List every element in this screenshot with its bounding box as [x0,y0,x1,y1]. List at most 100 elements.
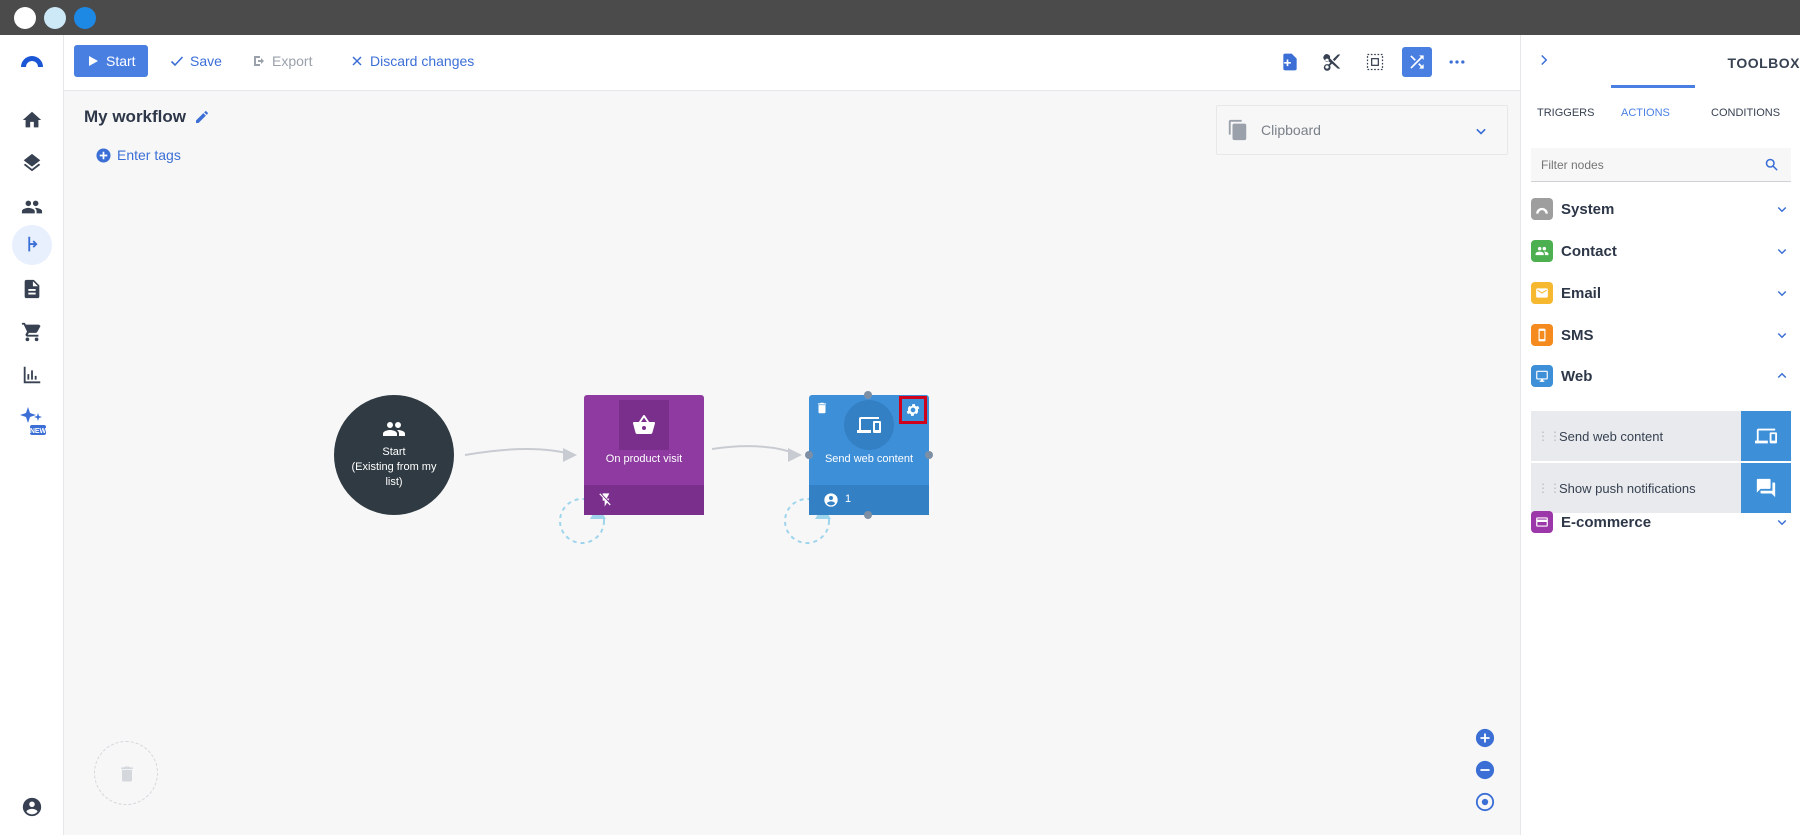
connector-handle-top[interactable] [864,391,872,399]
more-options-icon[interactable] [1442,47,1472,77]
category-ecommerce-label: E-commerce [1561,513,1652,531]
send-web-icon-circle [844,400,894,450]
close-icon [352,56,362,66]
chevron-down-icon [1777,332,1787,339]
chevron-down-icon[interactable] [1471,121,1491,141]
send-web-content-node[interactable]: Send web content 1 [805,391,933,519]
account-icon[interactable] [18,793,46,821]
shuffle-icon[interactable] [1402,47,1432,77]
filter-nodes-input[interactable] [1531,148,1751,182]
chevron-down-icon [1777,519,1787,526]
category-sms-label: SMS [1561,326,1594,344]
show-push-notifications-label: Show push notifications [1559,480,1696,496]
recenter-icon[interactable] [1474,791,1496,813]
category-contact[interactable]: Contact [1531,231,1791,271]
export-button[interactable]: Export [252,45,312,77]
clipboard-icon [1228,119,1247,141]
workflow-icon[interactable] [18,231,46,259]
chevron-up-icon [1777,372,1787,379]
connector-handle-left[interactable] [805,451,813,459]
toolbox-item-send-web-content[interactable]: ⋮⋮ Send web content [1531,411,1791,461]
node-settings-button[interactable] [899,396,927,424]
tab-actions[interactable]: ACTIONS [1621,107,1670,119]
ai-sparkle-icon[interactable]: NEW [18,403,46,443]
app-logo[interactable] [18,47,46,75]
send-web-count: 1 [845,493,852,505]
search-icon[interactable] [1764,157,1779,172]
window-close-button[interactable] [14,7,36,29]
category-contact-label: Contact [1561,242,1617,260]
delete-icon[interactable] [815,401,829,415]
play-icon [89,56,98,66]
cart-icon[interactable] [18,318,46,346]
enter-tags-button[interactable]: Enter tags [96,147,181,163]
web-icon [1531,365,1553,387]
window-titlebar [0,0,1800,35]
clipboard-label: Clipboard [1261,122,1321,138]
contacts-icon[interactable] [18,193,46,221]
basket-icon [632,415,656,435]
document-icon[interactable] [18,275,46,303]
toolbox-tabs: TRIGGERS ACTIONS CONDITIONS [1521,107,1800,131]
send-web-content-label: Send web content [1559,428,1664,444]
category-sms[interactable]: SMS [1531,315,1791,355]
workflow-canvas[interactable]: My workflow Enter tags Clipboard Start (… [64,91,1520,835]
chevron-down-icon [1777,290,1787,297]
contact-icon [1531,240,1553,262]
category-system-label: System [1561,200,1615,218]
sms-icon [1531,324,1553,346]
start-button[interactable]: Start [74,45,148,77]
system-icon [1531,198,1553,220]
category-system[interactable]: System [1531,189,1791,229]
zoom-in-icon[interactable] [1474,727,1496,749]
pencil-icon[interactable] [194,109,210,125]
tags-label: Enter tags [117,147,181,163]
add-node-icon[interactable] [1275,47,1305,77]
chevron-down-icon [1777,206,1787,213]
scissors-icon[interactable] [1317,47,1347,77]
devices-icon [1741,411,1791,461]
connector-handle-right[interactable] [925,451,933,459]
start-node[interactable]: Start (Existing from my list) [334,395,454,515]
export-label: Export [272,53,313,69]
category-email-label: Email [1561,284,1602,302]
save-label: Save [190,53,222,69]
start-node-title: Start [382,446,406,458]
start-node-text: Start (Existing from my list) [342,445,446,490]
drag-handle-icon[interactable]: ⋮⋮ [1537,481,1561,495]
export-icon [254,56,264,66]
category-email[interactable]: Email [1531,273,1791,313]
tab-triggers[interactable]: TRIGGERS [1537,107,1594,119]
select-area-icon[interactable] [1360,47,1390,77]
analytics-icon[interactable] [18,361,46,389]
workflow-title-text: My workflow [84,107,187,126]
product-visit-label: On product visit [605,453,683,465]
trash-drop-zone[interactable] [94,741,158,805]
tab-conditions[interactable]: CONDITIONS [1711,107,1780,119]
category-ecommerce[interactable]: E-commerce [1531,502,1791,542]
toolbox-title: TOOLBOX [1727,55,1800,71]
devices-icon [857,417,881,433]
left-navigation: NEW [0,35,64,835]
active-tab-indicator [1611,85,1695,88]
group-icon [383,422,405,436]
chevron-right-icon[interactable] [1535,51,1553,69]
window-maximize-button[interactable] [74,7,96,29]
clipboard-panel[interactable]: Clipboard [1216,105,1508,155]
save-button[interactable]: Save [170,45,222,77]
connector-handle-bottom[interactable] [864,511,872,519]
workflow-title: My workflow [84,107,210,127]
connectors [464,445,831,544]
product-visit-node[interactable]: On product visit [584,395,704,515]
zoom-out-icon[interactable] [1474,759,1496,781]
layers-icon[interactable] [18,149,46,177]
gear-icon [906,404,920,416]
window-minimize-button[interactable] [44,7,66,29]
start-node-subtitle: (Existing from my list) [351,461,437,488]
discard-changes-button[interactable]: Discard changes [350,45,474,77]
filter-nodes-field[interactable] [1531,148,1791,182]
flash-off-icon [599,493,611,507]
category-web[interactable]: Web [1531,356,1791,396]
home-icon[interactable] [18,106,46,134]
drag-handle-icon[interactable]: ⋮⋮ [1537,429,1561,443]
